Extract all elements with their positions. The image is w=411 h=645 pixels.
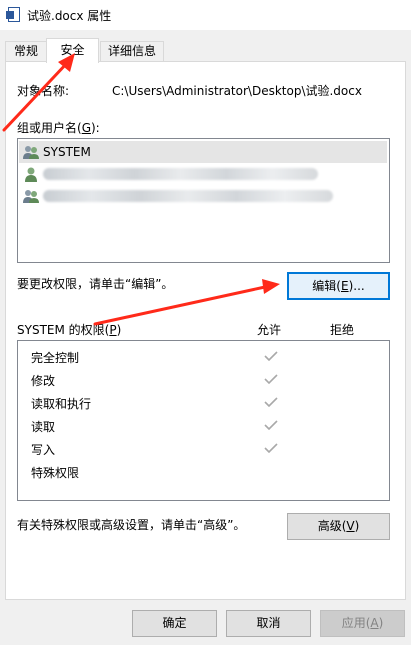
- ok-button[interactable]: 确定: [132, 610, 217, 637]
- permission-name: 读取: [31, 420, 56, 434]
- list-item-system[interactable]: SYSTEM: [19, 141, 387, 163]
- groups-label: 组或用户名(G):: [17, 121, 100, 135]
- allow-header: 允许: [257, 323, 282, 337]
- check-icon: [264, 351, 278, 361]
- permission-name: 特殊权限: [31, 466, 80, 480]
- list-item-redacted[interactable]: [19, 163, 387, 185]
- group-user-list[interactable]: SYSTEM: [17, 138, 390, 263]
- permission-name: 写入: [31, 443, 56, 457]
- deny-header: 拒绝: [330, 323, 355, 337]
- check-icon: [264, 420, 278, 430]
- check-icon: [264, 443, 278, 453]
- user-group-icon: [23, 146, 39, 159]
- tab-general[interactable]: 常规: [5, 41, 47, 62]
- list-item-redacted[interactable]: [19, 185, 387, 207]
- user-group-icon: [23, 190, 39, 203]
- permissions-list: 完全控制 修改 读取和执行 读取 写入 特殊权限: [17, 340, 390, 501]
- object-name-label: 对象名称:: [17, 84, 70, 98]
- redacted-name: [43, 168, 318, 180]
- apply-button[interactable]: 应用(A): [320, 610, 405, 637]
- user-icon: [25, 167, 37, 182]
- advanced-button[interactable]: 高级(V): [287, 513, 390, 540]
- cancel-button[interactable]: 取消: [226, 610, 311, 637]
- permissions-title: SYSTEM 的权限(P): [17, 323, 122, 337]
- object-name-value: C:\Users\Administrator\Desktop\试验.docx: [112, 84, 362, 98]
- check-icon: [264, 374, 278, 384]
- window-title: 试验.docx 属性: [27, 9, 112, 23]
- title-bar: 试验.docx 属性: [0, 0, 411, 30]
- list-item-label: SYSTEM: [43, 145, 91, 159]
- permission-name: 读取和执行: [31, 397, 92, 411]
- edit-button[interactable]: 编辑(E)...: [287, 272, 390, 300]
- tab-details[interactable]: 详细信息: [100, 41, 164, 62]
- word-document-icon: [6, 7, 20, 22]
- check-icon: [264, 397, 278, 407]
- advanced-hint: 有关特殊权限或高级设置，请单击“高级”。: [17, 518, 246, 532]
- tab-security[interactable]: 安全: [46, 38, 99, 63]
- tab-strip: 常规 安全 详细信息: [0, 38, 411, 63]
- redacted-name: [43, 190, 333, 202]
- permission-name: 完全控制: [31, 351, 80, 365]
- edit-hint: 要更改权限，请单击“编辑”。: [17, 277, 174, 291]
- security-panel: 对象名称: C:\Users\Administrator\Desktop\试验.…: [5, 61, 406, 600]
- permission-name: 修改: [31, 374, 56, 388]
